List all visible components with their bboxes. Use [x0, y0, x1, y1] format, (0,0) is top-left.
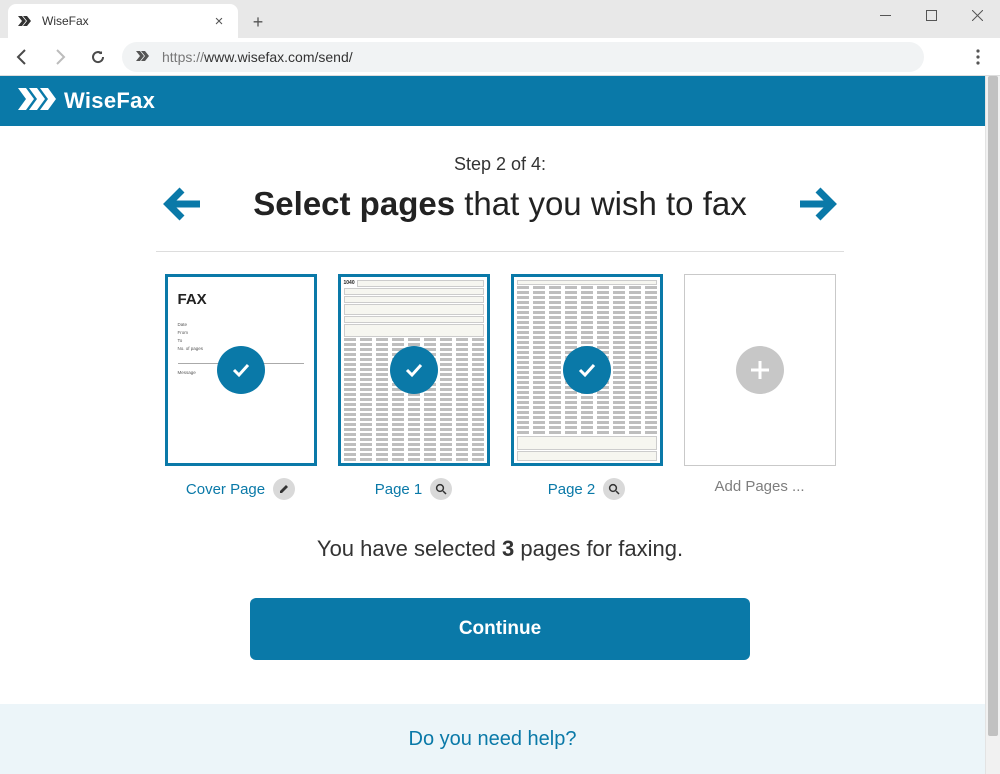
heading-text: Select pages that you wish to fax: [253, 185, 746, 223]
scrollbar-thumb[interactable]: [988, 76, 998, 736]
thumb-page1-col: 1040: [336, 274, 491, 500]
window-minimize-button[interactable]: [862, 0, 908, 30]
thumb-cover-col: FAX Date From To No. of pages Message Co…: [163, 274, 318, 500]
reload-button[interactable]: [84, 43, 112, 71]
back-button[interactable]: [8, 43, 36, 71]
new-tab-button[interactable]: +: [244, 8, 272, 36]
add-pages-thumb[interactable]: [684, 274, 836, 466]
selected-check-icon: [217, 346, 265, 394]
window-maximize-button[interactable]: [908, 0, 954, 30]
selection-summary: You have selected 3 pages for faxing.: [0, 536, 1000, 562]
browser-menu-button[interactable]: [964, 43, 992, 71]
zoom-page2-button[interactable]: [603, 478, 625, 500]
page-2-caption: Page 2: [548, 478, 626, 500]
tab-close-icon[interactable]: ×: [210, 13, 228, 30]
add-icon: [736, 346, 784, 394]
page-2-thumb[interactable]: [511, 274, 663, 466]
vertical-scrollbar[interactable]: [985, 76, 1000, 774]
continue-button[interactable]: Continue: [250, 598, 750, 660]
window-titlebar: WiseFax × +: [0, 0, 1000, 38]
logo-text: WiseFax: [64, 88, 155, 114]
site-logo[interactable]: WiseFax: [18, 88, 155, 115]
selected-check-icon: [390, 346, 438, 394]
edit-cover-button[interactable]: [273, 478, 295, 500]
cover-page-caption: Cover Page: [186, 478, 295, 500]
thumb-page2-col: Page 2: [509, 274, 664, 500]
site-favicon-icon: [136, 48, 152, 66]
step-indicator: Step 2 of 4:: [0, 154, 1000, 175]
logo-chevrons-icon: [18, 88, 56, 115]
tab-favicon-icon: [18, 13, 34, 29]
forward-button[interactable]: [46, 43, 74, 71]
page-thumbnails: FAX Date From To No. of pages Message Co…: [0, 274, 1000, 500]
add-pages-caption: Add Pages ...: [714, 478, 804, 495]
site-header: WiseFax: [0, 76, 1000, 126]
main-content: Step 2 of 4: Select pages that you wish …: [0, 126, 1000, 660]
tab-title: WiseFax: [42, 14, 202, 28]
next-step-button[interactable]: [797, 183, 839, 225]
page-heading: Select pages that you wish to fax: [0, 183, 1000, 225]
window-controls: [862, 0, 1000, 30]
page-viewport: WiseFax Step 2 of 4: Select pages that y…: [0, 76, 1000, 774]
url-text: https://www.wisefax.com/send/: [162, 49, 353, 65]
help-bar[interactable]: Do you need help?: [0, 704, 985, 774]
thumb-add-col: Add Pages ...: [682, 274, 837, 500]
browser-tab[interactable]: WiseFax ×: [8, 4, 238, 38]
page-1-caption: Page 1: [375, 478, 453, 500]
window-close-button[interactable]: [954, 0, 1000, 30]
cover-page-thumb[interactable]: FAX Date From To No. of pages Message: [165, 274, 317, 466]
previous-step-button[interactable]: [161, 183, 203, 225]
page-1-thumb[interactable]: 1040: [338, 274, 490, 466]
address-bar[interactable]: https://www.wisefax.com/send/: [122, 42, 924, 72]
zoom-page1-button[interactable]: [430, 478, 452, 500]
divider: [156, 251, 844, 252]
browser-toolbar: https://www.wisefax.com/send/: [0, 38, 1000, 76]
selected-check-icon: [563, 346, 611, 394]
